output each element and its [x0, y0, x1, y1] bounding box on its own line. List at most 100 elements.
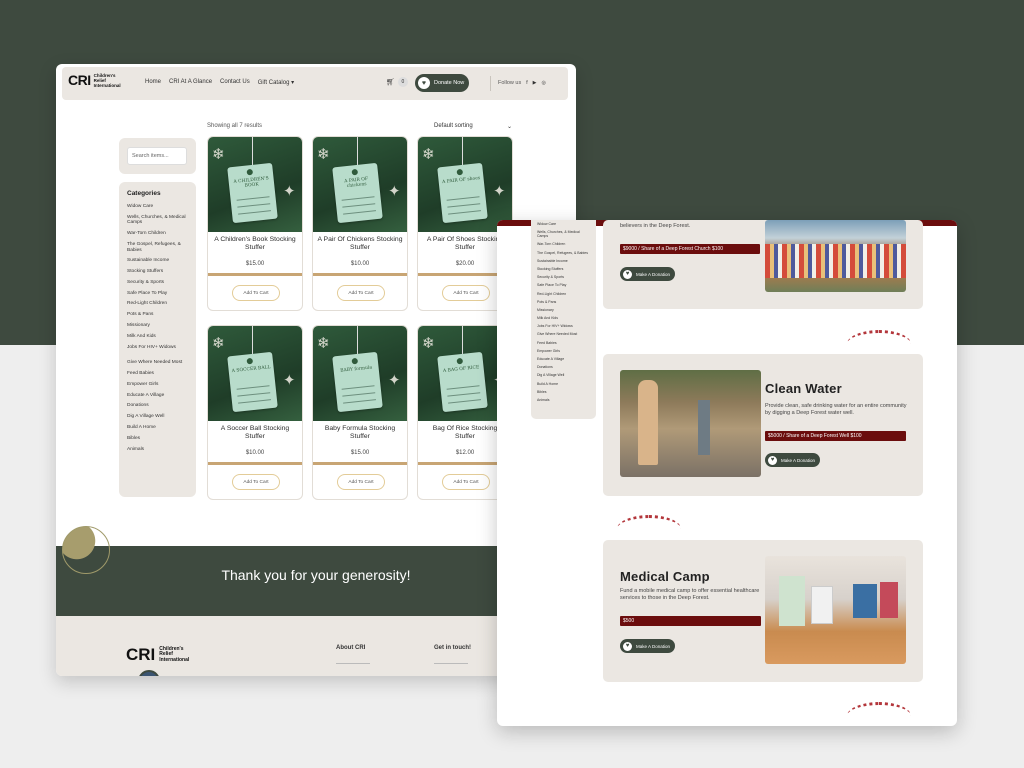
gift-tag: A CHILDREN'S BOOK [227, 162, 278, 224]
add-to-cart-button[interactable]: Add To Cart [442, 474, 490, 490]
category-link[interactable]: Pots & Pans [537, 300, 590, 304]
category-link[interactable]: Bibles [127, 436, 188, 442]
make-donation-button[interactable]: ♥ Make A Donation [765, 453, 820, 467]
product-image[interactable]: ❄ ✦ A PAIR OF chickens [313, 137, 407, 232]
nav-link-home[interactable]: Home [145, 79, 161, 86]
category-link[interactable]: Animals [127, 447, 188, 453]
category-link[interactable]: Stocking Stuffers [127, 269, 188, 275]
nav-link-contact[interactable]: Contact Us [220, 79, 250, 86]
product-name[interactable]: A Children's Book Stocking Stuffer [212, 236, 298, 252]
follow-label: Follow us [498, 80, 522, 86]
category-link[interactable]: War-Torn Children [537, 242, 590, 246]
product-image[interactable]: ❄ ✦ BABY formula [313, 326, 407, 421]
category-link[interactable]: Security & Sports [537, 275, 590, 279]
category-link[interactable]: Security & Sports [127, 280, 188, 286]
category-link[interactable]: Dig A Village Well [127, 414, 188, 420]
project-price: $5000 / Share of a Deep Forest Well $100 [765, 431, 906, 441]
product-name[interactable]: A Pair Of Chickens Stocking Stuffer [317, 236, 403, 252]
category-link[interactable]: Red-Light Children [537, 292, 590, 296]
product-name[interactable]: Bag Of Rice Stocking Stuffer [422, 425, 508, 441]
category-link[interactable]: Wells, Churches, & Medical Camps [127, 215, 188, 226]
category-link[interactable]: Jobs For HIV+ Widows [537, 324, 590, 328]
product-name[interactable]: Baby Formula Stocking Stuffer [317, 425, 403, 441]
category-link[interactable]: Feed Babies [537, 341, 590, 345]
category-link[interactable]: Feed Babies [127, 371, 188, 377]
pump-figure [698, 400, 710, 455]
tag-line [341, 385, 375, 390]
logo-text: Children's Relief International [93, 72, 121, 88]
product-image[interactable]: ❄ ✦ A CHILDREN'S BOOK [208, 137, 302, 232]
sorting-select[interactable]: Default sorting ⌄ [434, 123, 512, 130]
product-image[interactable]: ❄ ✦ A PAIR OF shoes [418, 137, 512, 232]
category-link[interactable]: Wells, Churches, & Medical Camps [537, 230, 590, 238]
product-name[interactable]: A Pair Of Shoes Stocking Stuffer [422, 236, 508, 252]
project-description: believers in the Deep Forest. [620, 223, 691, 229]
category-link[interactable]: Stocking Stuffers [537, 267, 590, 271]
category-link[interactable]: Dig A Village Well [537, 373, 590, 377]
snowflake-icon: ❄ [422, 146, 435, 163]
category-link[interactable]: Sustainable Income [127, 258, 188, 264]
tag-line [446, 385, 480, 390]
product-card[interactable]: ❄ ✦ A CHILDREN'S BOOK A Children's Book … [207, 136, 303, 311]
category-link[interactable]: War-Torn Children [127, 231, 188, 237]
footer-logo[interactable]: CRI Children's Relief International [126, 645, 195, 665]
nav-link-glance[interactable]: CRI At A Glance [169, 79, 212, 86]
category-link[interactable]: Give Where Needed Most [127, 360, 188, 366]
add-to-cart-button[interactable]: Add To Cart [337, 474, 385, 490]
tag-line [446, 196, 480, 201]
product-card[interactable]: ❄ ✦ A SOCCER BALL A Soccer Ball Stocking… [207, 325, 303, 500]
instagram-icon[interactable]: ◎ [541, 80, 545, 86]
make-donation-button[interactable]: ♥ Make A Donation [620, 267, 675, 281]
category-link[interactable]: Build A Home [537, 382, 590, 386]
category-link[interactable]: Educate A Village [127, 393, 188, 399]
category-link[interactable]: The Gospel, Refugees, & Babies [537, 251, 590, 255]
category-link[interactable]: Sustainable Income [537, 259, 590, 263]
category-link[interactable]: Missionary [537, 308, 590, 312]
product-card[interactable]: ❄ ✦ A PAIR OF chickens A Pair Of Chicken… [312, 136, 408, 311]
category-link[interactable]: Safe Place To Play [537, 283, 590, 287]
youtube-icon[interactable]: ▶ [533, 80, 537, 86]
thank-you-text: Thank you for your generosity! [221, 567, 411, 583]
tag-line [343, 399, 377, 404]
product-name[interactable]: A Soccer Ball Stocking Stuffer [212, 425, 298, 441]
category-link[interactable]: Give Where Needed Most [537, 332, 590, 336]
facebook-icon[interactable]: f [526, 80, 527, 86]
category-link[interactable]: Donations [537, 365, 590, 369]
category-link[interactable]: Empower Girls [537, 349, 590, 353]
category-link[interactable]: Widow Care [537, 222, 590, 226]
product-image[interactable]: ❄ ✦ A SOCCER BALL [208, 326, 302, 421]
category-link[interactable]: Milk And Kids [127, 334, 188, 340]
make-donation-button[interactable]: ♥ Make A Donation [620, 639, 675, 653]
category-link[interactable]: The Gospel, Refugees, & Babies [127, 242, 188, 253]
add-to-cart-button[interactable]: Add To Cart [337, 285, 385, 301]
product-card[interactable]: ❄ ✦ BABY formula Baby Formula Stocking S… [312, 325, 408, 500]
nav-link-gift-catalog[interactable]: Gift Catalog ▾ [258, 79, 294, 86]
snowflake-icon: ❄ [212, 335, 225, 352]
category-link[interactable]: Widow Care [127, 204, 188, 210]
category-link[interactable]: Bibles [537, 390, 590, 394]
card-divider [313, 462, 407, 465]
add-to-cart-button[interactable]: Add To Cart [442, 285, 490, 301]
project-price: $9000 / Share of a Deep Forest Church $1… [620, 244, 760, 254]
category-link[interactable]: Educate A Village [537, 357, 590, 361]
category-link[interactable]: Red-Light Children [127, 301, 188, 307]
project-description: Provide clean, safe drinking water for a… [765, 403, 907, 416]
category-link[interactable]: Missionary [127, 323, 188, 329]
add-to-cart-button[interactable]: Add To Cart [232, 474, 280, 490]
category-link[interactable]: Pots & Pans [127, 312, 188, 318]
search-input[interactable]: Search items... [127, 147, 187, 165]
category-link[interactable]: Build A Home [127, 425, 188, 431]
donate-now-button[interactable]: ♥ Donate Now [415, 74, 469, 92]
site-logo[interactable]: CRI Children's Relief International [68, 72, 126, 88]
category-link[interactable]: Donations [127, 403, 188, 409]
category-link[interactable]: Jobs For HIV+ Widows [127, 345, 188, 351]
category-link[interactable]: Milk And Kids [537, 316, 590, 320]
cart-button[interactable]: 🛒︎ 0 [386, 77, 408, 87]
snowflake-icon: ❄ [317, 335, 330, 352]
heart-icon: ♥ [623, 641, 632, 651]
category-link[interactable]: Empower Girls [127, 382, 188, 388]
snowflake-icon: ❄ [422, 335, 435, 352]
add-to-cart-button[interactable]: Add To Cart [232, 285, 280, 301]
category-link[interactable]: Safe Place To Play [127, 291, 188, 297]
category-link[interactable]: Animals [537, 398, 590, 402]
